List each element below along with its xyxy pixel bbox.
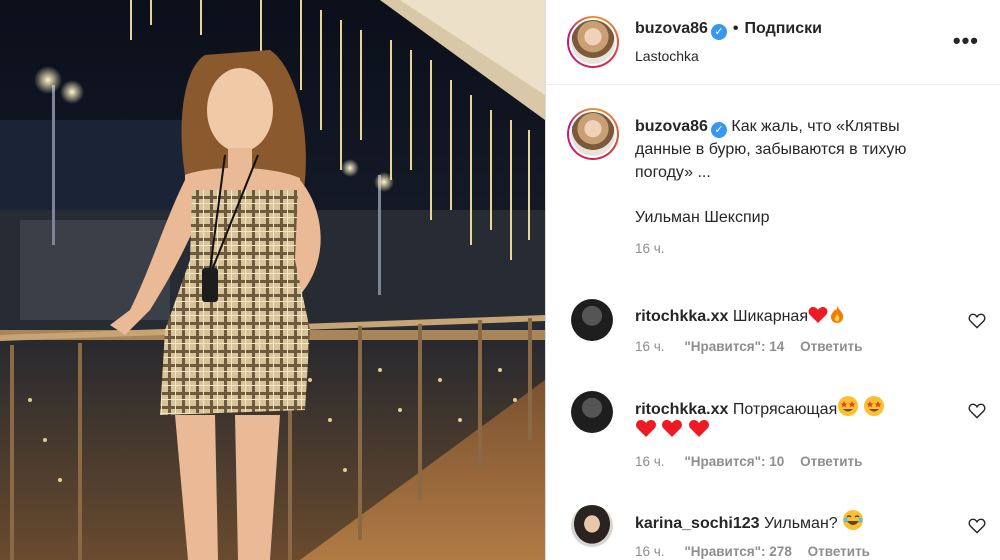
comment-username[interactable]: karina_sochi123 — [635, 515, 760, 532]
caption-username[interactable]: buzova86 — [635, 118, 708, 135]
author-line: buzova86 ✓ • Подписки — [635, 20, 822, 40]
comment-likes[interactable]: "Нравится": 14 — [684, 339, 784, 354]
reply-button[interactable]: Ответить — [800, 454, 862, 469]
star-eyes-icon — [837, 395, 859, 422]
following-button[interactable]: Подписки — [745, 20, 822, 37]
verified-icon: ✓ — [710, 122, 727, 138]
comment-avatar[interactable] — [571, 299, 613, 341]
caption-avatar[interactable] — [567, 108, 619, 160]
comment-time[interactable]: 16 ч. — [635, 454, 665, 469]
caption-text-line3: погоду» ... — [635, 164, 711, 181]
comment-avatar[interactable] — [571, 391, 613, 433]
author-username[interactable]: buzova86 — [635, 20, 708, 37]
separator-dot: • — [732, 20, 739, 37]
comment-time[interactable]: 16 ч. — [635, 339, 665, 354]
fire-icon — [828, 304, 846, 329]
comment-text: Уильман? — [763, 515, 838, 532]
like-comment-heart-icon[interactable] — [968, 403, 986, 419]
photo-scene — [0, 0, 545, 560]
comment-text: Шикарная — [732, 308, 808, 325]
like-comment-heart-icon[interactable] — [968, 518, 986, 534]
caption-time[interactable]: 16 ч. — [635, 241, 985, 256]
post-panel: buzova86 ✓ • Подписки Lastochka ••• buzova8… — [545, 0, 1000, 560]
comment-likes[interactable]: "Нравится": 10 — [684, 454, 784, 469]
like-comment-heart-icon[interactable] — [968, 313, 986, 329]
post-photo[interactable] — [0, 0, 545, 560]
caption-text-line1: Как жаль, что «Клятвы — [731, 118, 900, 135]
comment-avatar[interactable] — [571, 505, 613, 547]
heart-icon — [808, 306, 828, 329]
caption-author: Уильман Шекспир — [635, 209, 770, 226]
comment-time[interactable]: 16 ч. — [635, 544, 665, 559]
star-eyes-icon — [863, 395, 885, 422]
comment-username[interactable]: ritochkka.xx — [635, 401, 728, 418]
verified-icon: ✓ — [710, 24, 727, 40]
heart-icon — [688, 419, 710, 443]
heart-icon — [661, 419, 683, 443]
location-link[interactable]: Lastochka — [635, 48, 699, 64]
post-header: buzova86 ✓ • Подписки Lastochka ••• — [546, 0, 1000, 85]
reply-button[interactable]: Ответить — [808, 544, 870, 559]
caption: buzova86 ✓ Как жаль, что «Клятвы данные в… — [635, 115, 985, 256]
caption-text-line2: данные в бурю, забываются в тихую — [635, 141, 907, 158]
comment-text: Потрясающая — [732, 401, 838, 418]
comment-likes[interactable]: "Нравится": 278 — [684, 544, 792, 559]
heart-icon — [635, 419, 657, 443]
laughing-icon — [842, 509, 864, 536]
more-options-icon[interactable]: ••• — [953, 28, 979, 54]
comment-username[interactable]: ritochkka.xx — [635, 308, 728, 325]
author-avatar[interactable] — [567, 16, 619, 68]
reply-button[interactable]: Ответить — [800, 339, 862, 354]
